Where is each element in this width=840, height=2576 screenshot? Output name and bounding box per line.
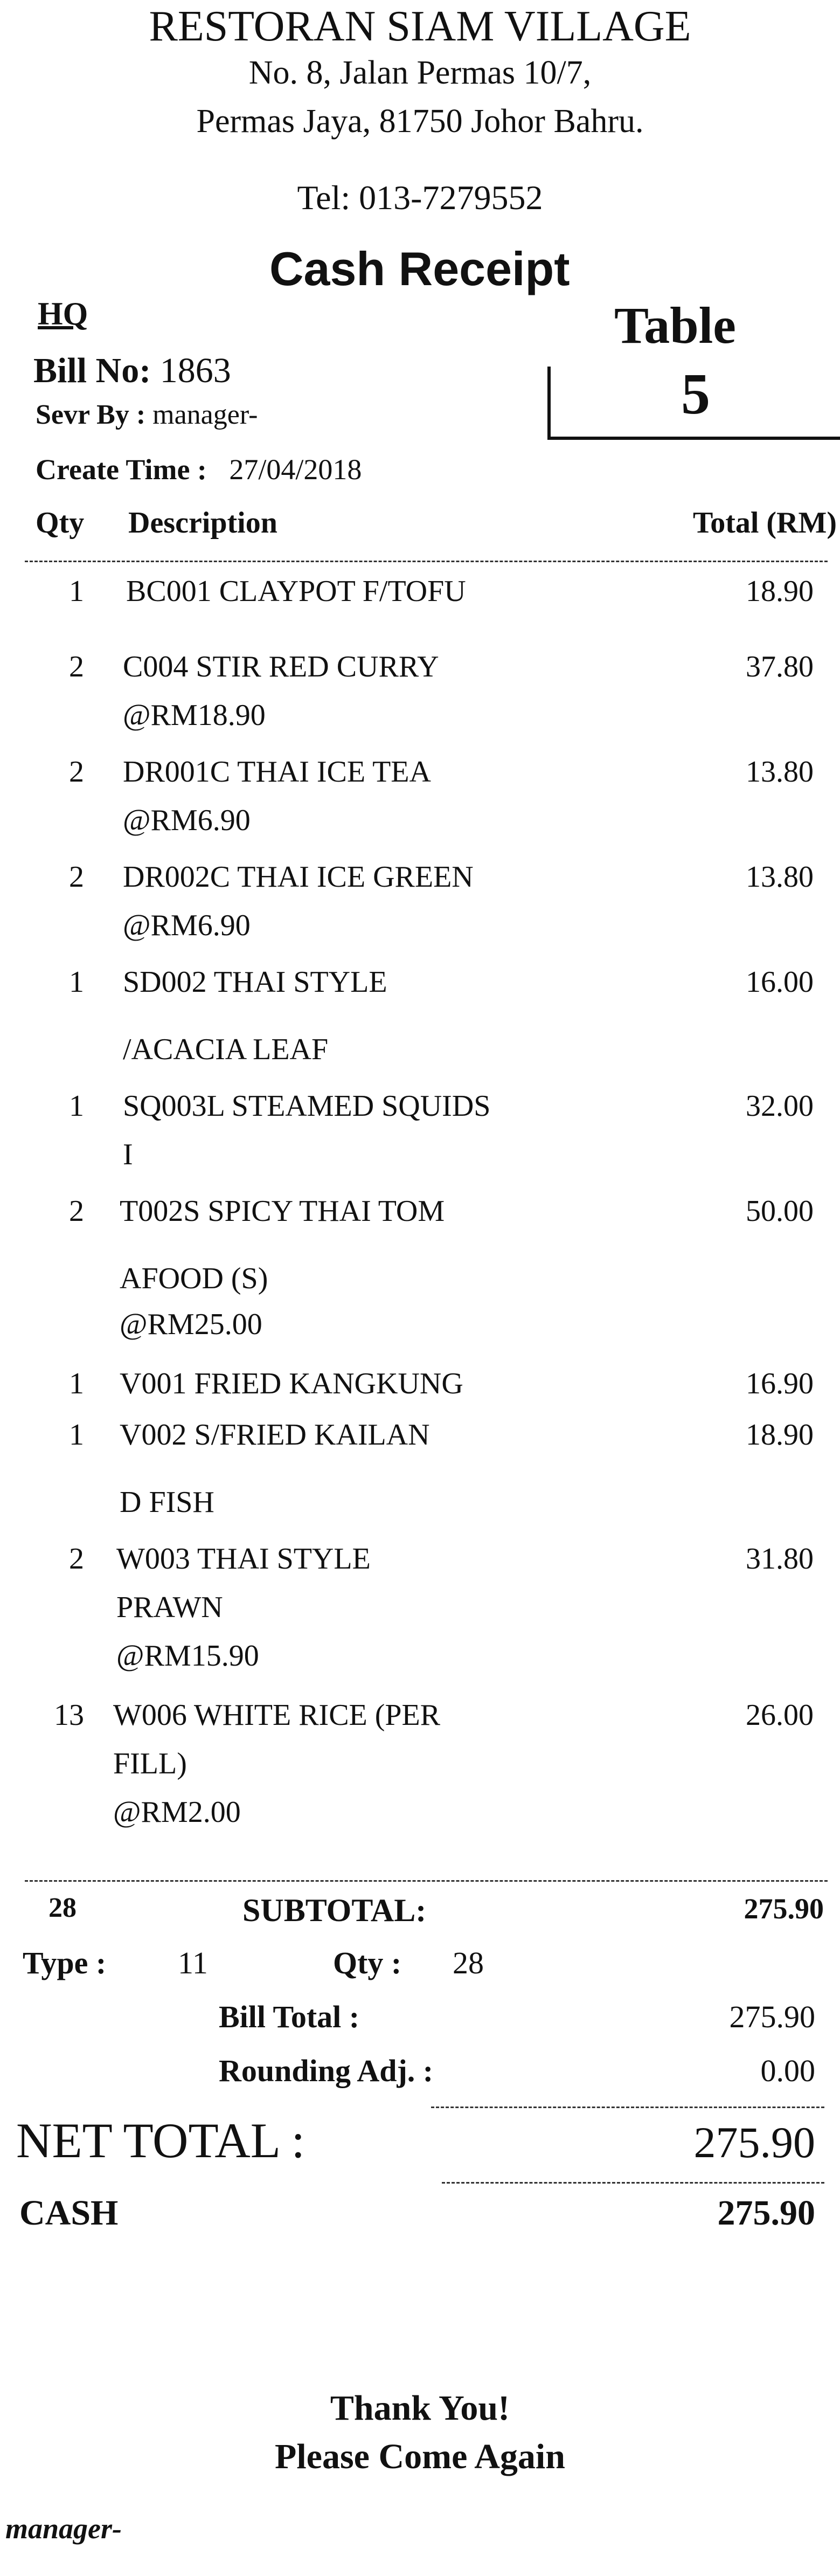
item-description-continued: D FISH [120,1486,214,1519]
item-description-continued: /ACACIA LEAF [123,1033,329,1066]
item-description: C004 STIR RED CURRY [123,650,439,683]
item-qty: 2 [69,650,84,683]
cash-label: CASH [19,2193,119,2233]
item-amount: 18.90 [746,575,814,608]
divider [442,2182,824,2184]
item-description-continued: FILL) [113,1747,187,1780]
item-description: DR001C THAI ICE TEA [123,755,431,789]
cashier-name: manager- [5,2512,122,2545]
cash-amount: 275.90 [717,2193,816,2233]
net-total-amount: 275.90 [693,2118,816,2167]
bill-total-amount: 275.90 [729,1999,816,2034]
item-description-continued: @RM2.00 [113,1795,241,1829]
item-amount: 16.90 [746,1367,814,1400]
item-description-continued: @RM6.90 [123,804,251,837]
item-description: DR002C THAI ICE GREEN [123,860,474,894]
item-qty: 13 [54,1698,84,1732]
item-description-continued: @RM18.90 [123,699,266,732]
item-qty: 2 [69,860,84,894]
item-description: T002S SPICY THAI TOM [120,1194,445,1228]
divider [431,2107,824,2108]
subtotal-label: SUBTOTAL: [242,1893,427,1928]
total-quantity: 28 [48,1893,77,1923]
item-description-continued: AFOOD (S) [120,1262,268,1295]
item-description-continued: @RM6.90 [123,909,251,942]
come-again-message: Please Come Again [275,2437,565,2476]
type-value: 11 [178,1945,208,1980]
item-qty: 1 [69,965,84,999]
item-amount: 50.00 [746,1194,814,1228]
item-description: W003 THAI STYLE [116,1542,371,1576]
item-amount: 13.80 [746,860,814,894]
item-qty: 2 [69,755,84,789]
qty-value: 28 [453,1945,484,1980]
item-description: V002 S/FRIED KAILAN [120,1418,430,1452]
item-qty: 2 [69,1542,84,1576]
rounding-label: Rounding Adj. : [219,2053,434,2088]
item-description-continued: @RM15.90 [116,1639,259,1673]
item-qty: 1 [69,1418,84,1452]
item-description: SD002 THAI STYLE [123,965,387,999]
item-description-continued: PRAWN [116,1591,223,1624]
net-total-label: NET TOTAL : [16,2113,306,2168]
item-description-continued: I [123,1138,133,1171]
item-amount: 26.00 [746,1698,814,1732]
rounding-amount: 0.00 [760,2053,816,2088]
item-description: V001 FRIED KANGKUNG [120,1367,463,1400]
item-amount: 16.00 [746,965,814,999]
item-qty: 1 [69,1367,84,1400]
bill-total-label: Bill Total : [219,1999,360,2034]
item-description: SQ003L STEAMED SQUIDS [123,1089,491,1123]
subtotal-amount: 275.90 [744,1893,824,1925]
qty-label: Qty : [333,1945,402,1980]
divider [25,1880,828,1882]
item-description: BC001 CLAYPOT F/TOFU [126,575,466,608]
item-amount: 13.80 [746,755,814,789]
item-qty: 2 [69,1194,84,1228]
item-amount: 18.90 [746,1418,814,1452]
item-amount: 37.80 [746,650,814,683]
item-description: W006 WHITE RICE (PER [113,1698,441,1732]
item-description-continued: @RM25.00 [120,1308,262,1341]
type-label: Type : [23,1945,107,1980]
item-list: 1 BC001 CLAYPOT F/TOFU 18.90 2 C004 STIR RED… [0,0,830,1887]
item-qty: 1 [69,1089,84,1123]
thank-you-message: Thank You! [330,2388,510,2428]
item-qty: 1 [69,575,84,608]
item-amount: 31.80 [746,1542,814,1576]
item-amount: 32.00 [746,1089,814,1123]
